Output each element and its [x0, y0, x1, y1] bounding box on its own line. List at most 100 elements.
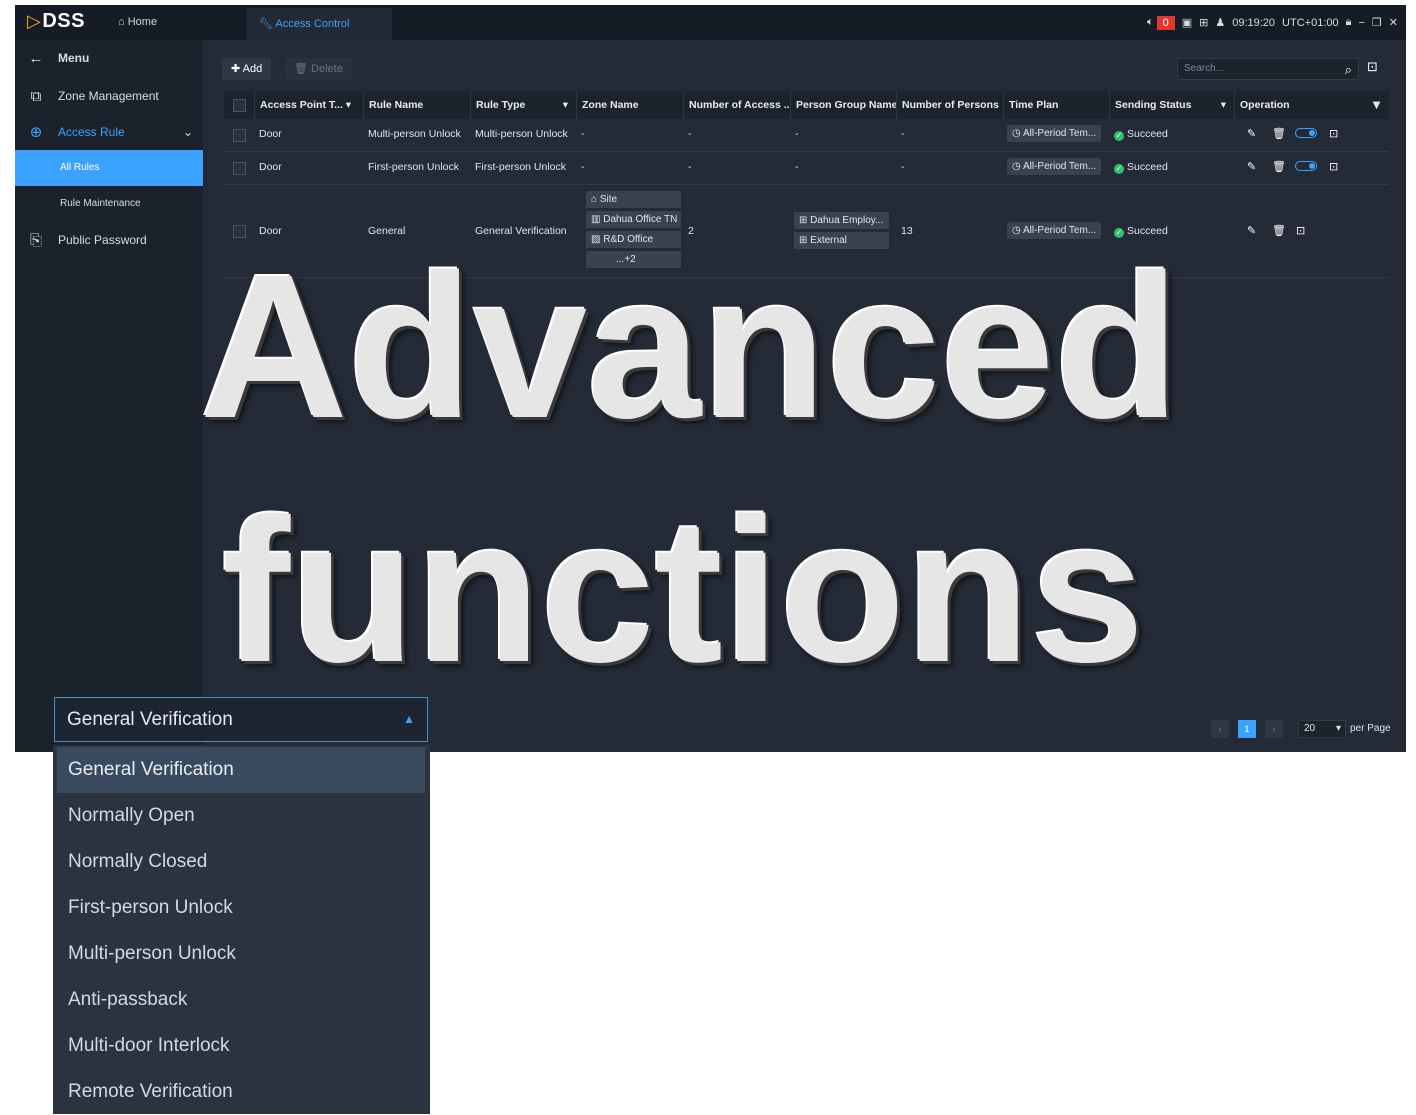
col-zone-name[interactable]: Zone Name — [576, 91, 683, 119]
zone-icon: ⧉ — [30, 87, 42, 105]
option-anti-passback[interactable]: Anti-passback — [57, 977, 425, 1023]
sidebar-item-label: Public Password — [58, 233, 147, 247]
option-normally-open[interactable]: Normally Open — [57, 793, 425, 839]
col-time-plan[interactable]: Time Plan — [1003, 91, 1109, 119]
prev-page-button[interactable]: ‹ — [1211, 720, 1229, 738]
time-plan-tag[interactable]: ◷ All-Period Tem... — [1007, 158, 1102, 175]
cell-num-access: - — [688, 161, 692, 173]
user-icon[interactable]: ♟ — [1215, 16, 1225, 29]
rule-type-options: General Verification Normally Open Norma… — [53, 745, 430, 1114]
overlay-title-line1: Advanced — [200, 232, 1180, 461]
sidebar-item-rule-maintenance[interactable]: Rule Maintenance — [15, 186, 203, 222]
delete-icon[interactable]: 🗑︎ — [1272, 127, 1286, 140]
cell-num-access: - — [688, 128, 692, 140]
overlay-title-line2: functions — [222, 476, 1145, 705]
col-rule-type[interactable]: Rule Type ▾ — [470, 91, 576, 119]
restore-icon[interactable]: ❐ — [1372, 16, 1382, 29]
trash-icon: 🗑︎ — [294, 63, 308, 75]
password-icon: ⎘ — [29, 231, 42, 249]
cell-rule-name: First-person Unlock — [368, 161, 460, 173]
row-checkbox[interactable] — [233, 129, 246, 142]
tab-home[interactable]: ⌂ Home — [118, 5, 157, 40]
delete-icon[interactable]: 🗑︎ — [1272, 224, 1286, 237]
search-input[interactable]: Search... ⌕ — [1177, 58, 1359, 80]
status-area: 🔈︎ 0 ▣ ⊞ ♟ 09:19:20 UTC+01:00 🔒︎ − ❐ ✕ — [1147, 5, 1398, 40]
cell-person-group: - — [795, 128, 799, 140]
access-rule-icon: ⊕ — [29, 124, 43, 141]
enable-toggle[interactable] — [1295, 161, 1317, 175]
option-remote-verification[interactable]: Remote Verification — [57, 1069, 425, 1115]
sidebar-item-all-rules[interactable]: All Rules — [15, 150, 203, 186]
option-multi-person-unlock[interactable]: Multi-person Unlock — [57, 931, 425, 977]
caret-up-icon: ▲ — [403, 712, 415, 726]
export-rule-icon[interactable]: ⊡ — [1329, 160, 1338, 173]
option-normally-closed[interactable]: Normally Closed — [57, 839, 425, 885]
export-rule-icon[interactable]: ⊡ — [1329, 127, 1338, 140]
minimize-icon[interactable]: − — [1358, 17, 1364, 29]
sidebar: ← Menu ⧉ Zone Management ⊕ Access Rule ⌄… — [15, 40, 203, 752]
page-button-current[interactable]: 1 — [1238, 720, 1256, 738]
option-multi-door-interlock[interactable]: Multi-door Interlock — [57, 1023, 425, 1069]
tab-access-control-label: Access Control — [275, 18, 350, 30]
page-size-select[interactable]: 20 ▾ — [1298, 720, 1346, 738]
delete-icon[interactable]: 🗑︎ — [1272, 160, 1286, 173]
top-bar: ▷DSS ⌂ Home 🔧︎ Access Control 🔈︎ 0 ▣ ⊞ ♟ … — [15, 5, 1406, 40]
close-icon[interactable]: ✕ — [1389, 16, 1398, 29]
table-header: Access Point T... ▾ Rule Name Rule Type ▾… — [224, 91, 1389, 119]
col-operation[interactable]: Operation ▼ — [1234, 91, 1389, 119]
sidebar-item-public-password[interactable]: ⎘ Public Password — [15, 222, 203, 258]
alarm-count: 0 — [1156, 15, 1175, 30]
edit-icon[interactable]: ✎ — [1247, 224, 1256, 237]
col-person-group[interactable]: Person Group Name — [790, 91, 896, 119]
table-row[interactable]: Door Multi-person Unlock Multi-person Un… — [224, 119, 1389, 152]
clock-icon: ◷ — [1012, 128, 1021, 139]
filter-icon[interactable]: ▼ — [1370, 91, 1383, 119]
speaker-icon: 🔈︎ — [1146, 16, 1154, 28]
monitor-icon[interactable]: ▣ — [1182, 16, 1192, 29]
edit-icon[interactable]: ✎ — [1247, 127, 1256, 140]
sidebar-item-access-rule[interactable]: ⊕ Access Rule ⌄ — [15, 114, 203, 150]
status-label: Succeed — [1127, 161, 1168, 173]
rule-type-selected-value: General Verification — [67, 709, 233, 730]
option-first-person-unlock[interactable]: First-person Unlock — [57, 885, 425, 931]
sidebar-menu-header[interactable]: ← Menu — [15, 40, 203, 76]
chevron-down-icon: ⌄ — [182, 125, 193, 139]
enable-toggle[interactable] — [1295, 128, 1317, 142]
chevron-down-icon: ▾ — [1335, 723, 1341, 734]
col-num-access[interactable]: Number of Access ... — [683, 91, 790, 119]
export-rule-icon[interactable]: ⊡ — [1296, 224, 1305, 237]
col-label: Operation — [1240, 99, 1290, 111]
status-label: Succeed — [1127, 128, 1168, 140]
cell-zone: - — [581, 128, 585, 140]
row-checkbox[interactable] — [233, 162, 246, 175]
sidebar-title: Menu — [58, 51, 90, 65]
sidebar-item-label: Zone Management — [58, 89, 159, 103]
site-icon: ⌂ — [591, 194, 598, 205]
col-rule-name[interactable]: Rule Name — [363, 91, 470, 119]
lock-icon[interactable]: 🔒︎ — [1346, 16, 1352, 29]
rule-type-select[interactable]: General Verification ▲ — [54, 697, 428, 742]
toggle-icon — [1295, 128, 1317, 138]
zone-tag: ⌂ Site — [586, 191, 681, 208]
search-icon[interactable]: ⌕ — [1345, 60, 1352, 80]
tab-home-label: Home — [127, 16, 158, 28]
cell-access-point: Door — [259, 161, 282, 173]
tab-access-control[interactable]: 🔧︎ Access Control — [247, 8, 392, 40]
table-row[interactable]: Door First-person Unlock First-person Un… — [224, 152, 1389, 185]
time-plan-tag[interactable]: ◷ All-Period Tem... — [1007, 125, 1102, 142]
next-page-button[interactable]: › — [1265, 720, 1283, 738]
alarm-indicator[interactable]: 🔈︎ 0 — [1146, 15, 1175, 30]
logo-text: DSS — [42, 10, 85, 32]
col-sending-status[interactable]: Sending Status ▾ — [1109, 91, 1234, 119]
select-all-checkbox[interactable] — [233, 99, 246, 112]
back-arrow-icon[interactable]: ← — [27, 50, 45, 67]
sidebar-item-zone-management[interactable]: ⧉ Zone Management — [15, 78, 203, 114]
edit-icon[interactable]: ✎ — [1247, 160, 1256, 173]
export-icon[interactable]: ⊡ — [1367, 59, 1378, 75]
col-access-point[interactable]: Access Point T... ▾ — [254, 91, 363, 119]
add-button[interactable]: ✚ Add — [222, 58, 272, 80]
network-icon[interactable]: ⊞ — [1199, 16, 1208, 29]
col-num-persons[interactable]: Number of Persons — [896, 91, 1003, 119]
delete-button[interactable]: 🗑︎ Delete — [285, 58, 352, 80]
option-general-verification[interactable]: General Verification — [57, 747, 425, 793]
